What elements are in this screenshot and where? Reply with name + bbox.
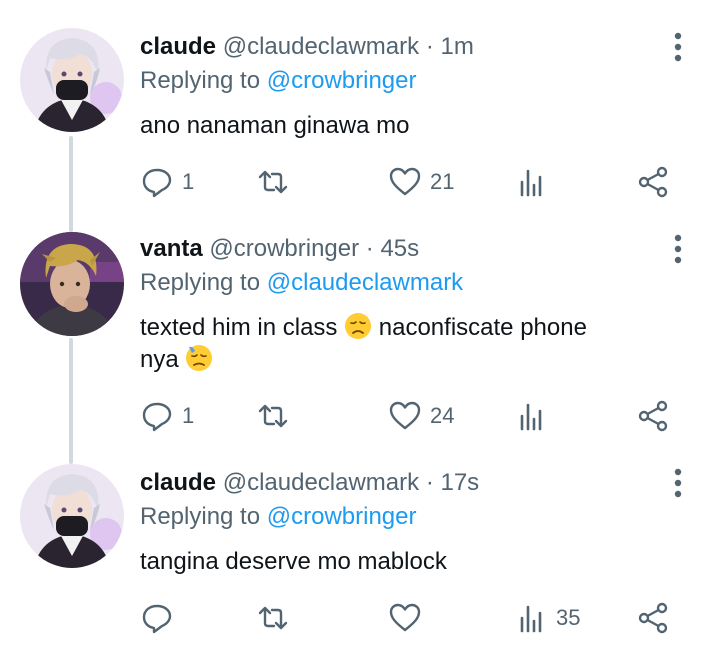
- avatar[interactable]: [20, 28, 124, 132]
- heart-icon: [389, 401, 421, 430]
- mention-link[interactable]: @crowbringer: [267, 67, 417, 94]
- avatar-image-vanta: [20, 232, 124, 336]
- more-vertical-icon: [674, 32, 682, 62]
- disappointed-face-emoji: [345, 313, 372, 339]
- avatar[interactable]: [20, 232, 124, 336]
- downcast-face-with-sweat-emoji: [186, 345, 213, 371]
- more-vertical-icon: [674, 468, 682, 498]
- share-button[interactable]: [636, 162, 670, 202]
- like-count: 21: [430, 169, 455, 194]
- retweet-button[interactable]: [256, 598, 298, 638]
- view-count: 35: [556, 605, 581, 630]
- reply-icon: [142, 402, 172, 432]
- action-bar: 35: [0, 598, 720, 638]
- like-button[interactable]: [388, 598, 430, 638]
- more-button[interactable]: [666, 30, 690, 64]
- heart-icon: [389, 167, 421, 196]
- tweet-text-part-3: nya: [140, 346, 179, 373]
- display-name[interactable]: claude: [140, 33, 216, 60]
- like-count: 24: [430, 403, 455, 428]
- tweet-header: vanta @crowbringer · 45s: [140, 234, 419, 264]
- more-button[interactable]: [666, 232, 690, 266]
- views-button[interactable]: [514, 396, 556, 436]
- views-bar-icon: [520, 403, 542, 431]
- tweet-1[interactable]: claude @claudeclawmark · 1m Replying to …: [0, 0, 720, 216]
- timestamp[interactable]: · 1m: [426, 33, 474, 60]
- views-button[interactable]: 35: [514, 598, 580, 638]
- views-button[interactable]: [514, 162, 556, 202]
- tweet-text: tangina deserve mo mablock: [140, 548, 447, 575]
- reply-icon: [142, 604, 172, 634]
- replying-to: Replying to @crowbringer: [140, 502, 417, 532]
- replying-prefix: Replying to: [140, 269, 261, 296]
- tweet-text-part-1: texted him in class: [140, 314, 338, 341]
- views-bar-icon: [520, 605, 542, 633]
- reply-count: 1: [182, 169, 195, 194]
- action-bar: 1 21: [0, 162, 720, 202]
- heart-icon: [389, 603, 421, 632]
- reply-icon: [142, 168, 172, 198]
- replying-to: Replying to @crowbringer: [140, 66, 417, 96]
- replying-prefix: Replying to: [140, 67, 261, 94]
- tweet-text-part-2: naconfiscate phone: [378, 314, 587, 341]
- retweet-icon: [258, 170, 288, 194]
- display-name[interactable]: vanta: [140, 235, 203, 262]
- avatar-image-claude: [20, 28, 124, 132]
- mention-link[interactable]: @crowbringer: [267, 503, 417, 530]
- mention-link[interactable]: @claudeclawmark: [267, 269, 463, 296]
- retweet-icon: [258, 606, 288, 630]
- share-icon: [638, 166, 668, 198]
- avatar-image-claude: [20, 464, 124, 568]
- more-vertical-icon: [674, 234, 682, 264]
- share-icon: [638, 602, 668, 634]
- user-handle[interactable]: @claudeclawmark: [223, 33, 419, 60]
- avatar[interactable]: [20, 464, 124, 568]
- share-button[interactable]: [636, 598, 670, 638]
- tweet-text: texted him in class naconfiscate phone n…: [140, 312, 700, 376]
- action-bar: 1 24: [0, 396, 720, 436]
- reply-count: 1: [182, 403, 195, 428]
- share-button[interactable]: [636, 396, 670, 436]
- tweet-header: claude @claudeclawmark · 17s: [140, 468, 479, 498]
- display-name[interactable]: claude: [140, 469, 216, 496]
- timestamp[interactable]: · 45s: [366, 235, 419, 262]
- timestamp[interactable]: · 17s: [426, 469, 479, 496]
- replying-prefix: Replying to: [140, 503, 261, 530]
- reply-button[interactable]: [140, 598, 182, 638]
- tweet-header: claude @claudeclawmark · 1m: [140, 32, 474, 62]
- replying-to: Replying to @claudeclawmark: [140, 268, 463, 298]
- reply-button[interactable]: 1: [140, 396, 194, 436]
- user-handle[interactable]: @claudeclawmark: [223, 469, 419, 496]
- retweet-button[interactable]: [256, 396, 298, 436]
- retweet-button[interactable]: [256, 162, 298, 202]
- retweet-icon: [258, 404, 288, 428]
- like-button[interactable]: 21: [388, 162, 454, 202]
- views-bar-icon: [520, 169, 542, 197]
- reply-button[interactable]: 1: [140, 162, 194, 202]
- like-button[interactable]: 24: [388, 396, 454, 436]
- user-handle[interactable]: @crowbringer: [209, 235, 359, 262]
- share-icon: [638, 400, 668, 432]
- more-button[interactable]: [666, 466, 690, 500]
- tweet-text: ano nanaman ginawa mo: [140, 112, 410, 139]
